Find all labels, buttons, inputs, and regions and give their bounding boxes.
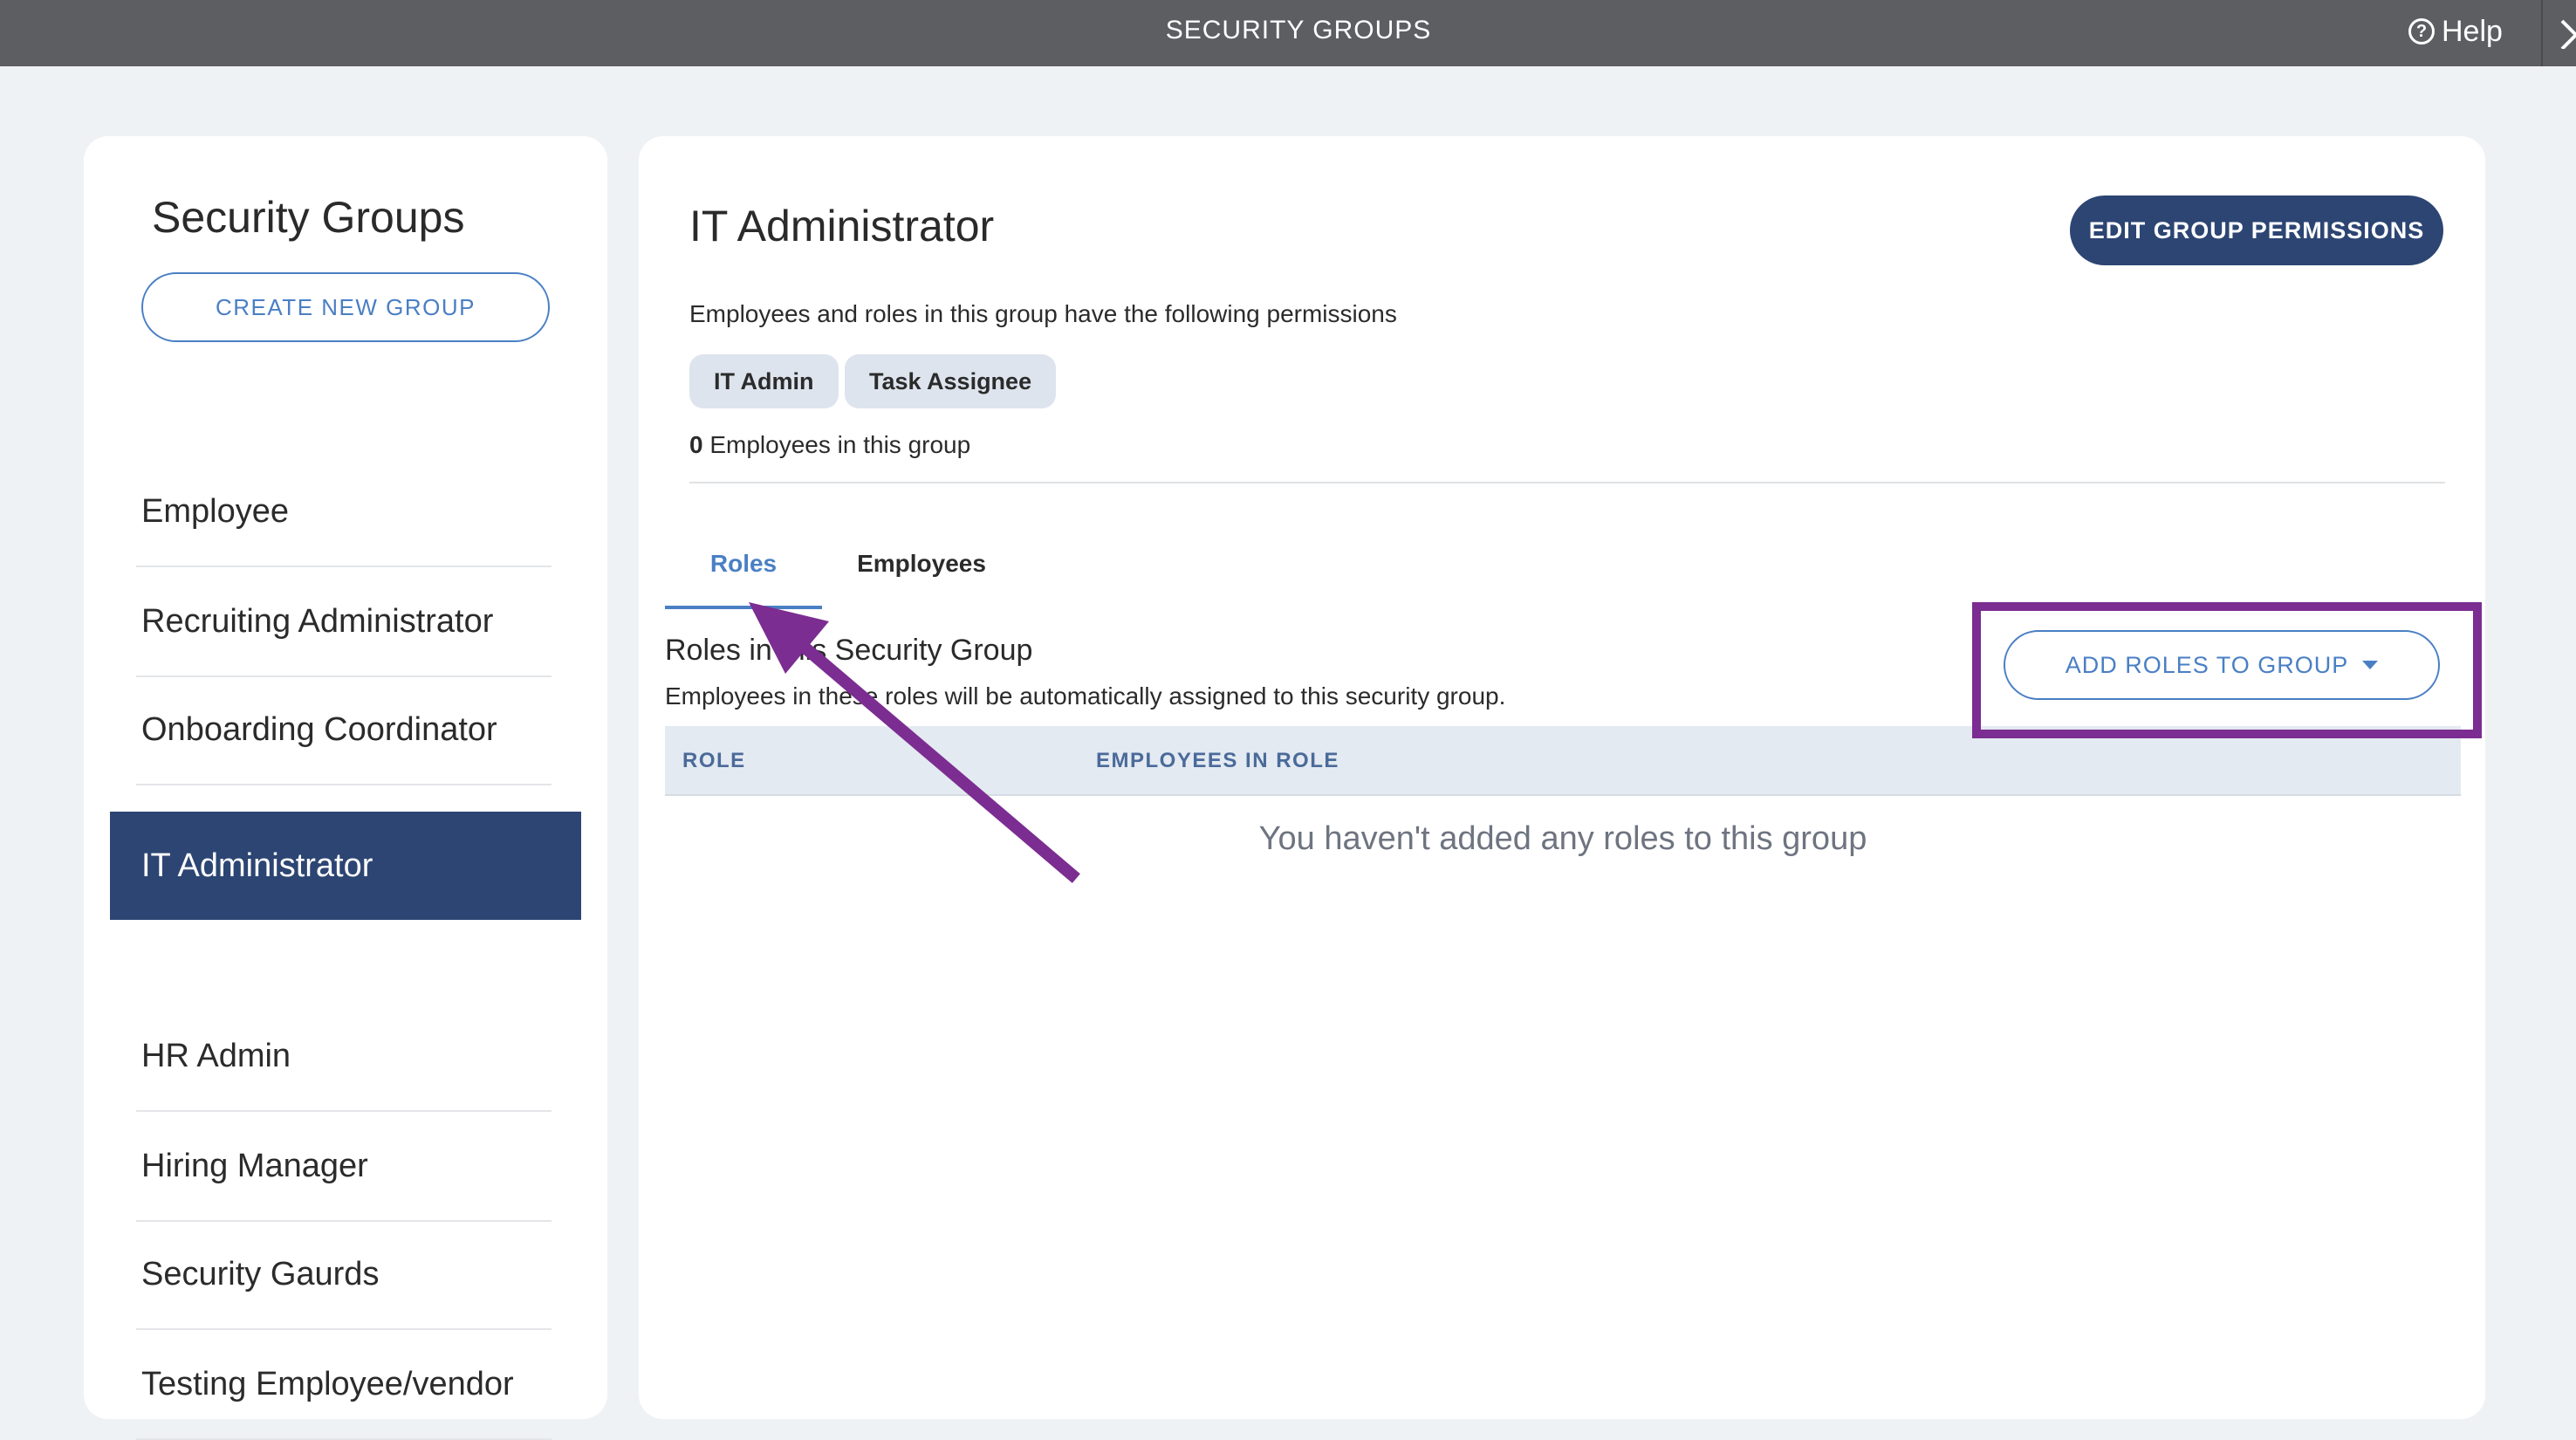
help-label: Help <box>2442 14 2503 48</box>
section-divider <box>689 482 2445 483</box>
top-bar: SECURITY GROUPS ? Help <box>0 0 2576 66</box>
close-button[interactable] <box>2541 0 2576 66</box>
roles-section-heading: Roles in this Security Group <box>665 634 1033 667</box>
permission-chip-it-admin: IT Admin <box>689 354 839 408</box>
security-groups-sidebar: Security Groups CREATE NEW GROUP Employe… <box>84 136 607 1440</box>
help-icon: ? <box>2408 18 2435 45</box>
column-header-role[interactable]: ROLE <box>682 726 746 796</box>
employee-count: 0 Employees in this group <box>689 431 970 459</box>
help-link[interactable]: ? Help <box>2408 12 2503 51</box>
column-header-employees-in-role[interactable]: EMPLOYEES IN ROLE <box>1096 726 1339 796</box>
sidebar-item-hiring-manager[interactable]: Hiring Manager <box>136 1112 552 1222</box>
tab-roles[interactable]: Roles <box>665 536 822 609</box>
sidebar-item-onboarding-coordinator[interactable]: Onboarding Coordinator <box>136 675 552 785</box>
sidebar-item-hr-admin[interactable]: HR Admin <box>136 1002 552 1112</box>
employee-count-value: 0 <box>689 431 703 458</box>
edit-group-permissions-button[interactable]: EDIT GROUP PERMISSIONS <box>2070 195 2443 265</box>
sidebar-item-it-administrator[interactable]: IT Administrator <box>110 812 581 920</box>
caret-down-icon <box>2362 661 2379 669</box>
sidebar-title: Security Groups <box>152 193 465 242</box>
add-roles-label: ADD ROLES TO GROUP <box>2065 651 2349 678</box>
permission-chip-task-assignee: Task Assignee <box>845 354 1057 408</box>
sidebar-item-testing-employee-vendor[interactable]: Testing Employee/vendor <box>136 1330 552 1440</box>
employee-count-label: Employees in this group <box>702 431 971 458</box>
empty-roles-message: You haven't added any roles to this grou… <box>1258 820 1867 857</box>
close-icon <box>2560 19 2576 49</box>
sidebar-item-recruiting-administrator[interactable]: Recruiting Administrator <box>136 567 552 677</box>
sidebar-item-security-gaurds[interactable]: Security Gaurds <box>136 1220 552 1330</box>
sidebar-item-employee[interactable]: Employee <box>136 457 552 567</box>
add-roles-to-group-button[interactable]: ADD ROLES TO GROUP <box>2004 630 2440 700</box>
group-title: IT Administrator <box>689 202 995 250</box>
tab-employees[interactable]: Employees <box>826 536 1017 609</box>
page-header-title: SECURITY GROUPS <box>1165 16 1432 45</box>
permissions-description: Employees and roles in this group have t… <box>689 300 1397 327</box>
group-detail-panel: IT Administrator EDIT GROUP PERMISSIONS … <box>639 136 2485 1419</box>
roles-section-description: Employees in these roles will be automat… <box>665 682 1506 710</box>
create-new-group-button[interactable]: CREATE NEW GROUP <box>141 272 550 342</box>
